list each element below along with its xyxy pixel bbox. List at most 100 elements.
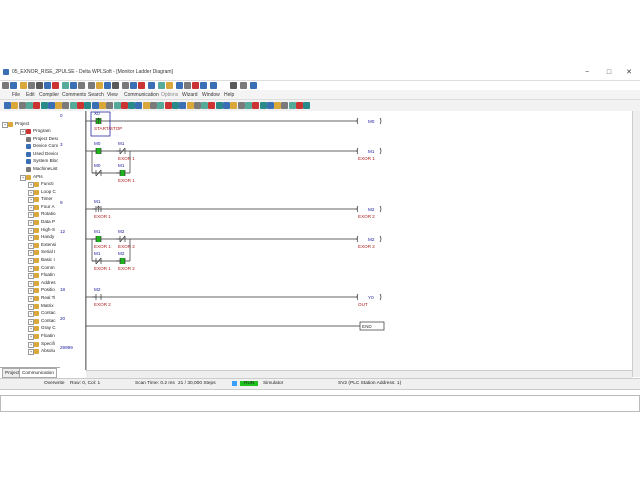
ladder-tool-icon[interactable] bbox=[223, 102, 230, 109]
toolbar-button-icon[interactable] bbox=[184, 82, 191, 89]
horizontal-scrollbar[interactable] bbox=[86, 370, 632, 378]
toolbar-button-icon[interactable] bbox=[240, 82, 247, 89]
ladder-tool-icon[interactable] bbox=[91, 102, 99, 109]
menu-search[interactable]: Search bbox=[88, 92, 104, 98]
ladder-tool-icon[interactable] bbox=[288, 102, 296, 109]
contact-comment-label: EXOR 1 bbox=[118, 178, 135, 183]
coil-device-label: M1 bbox=[368, 149, 375, 154]
message-pane[interactable] bbox=[0, 395, 640, 412]
ladder-tool-icon[interactable] bbox=[113, 102, 121, 109]
ladder-tool-icon[interactable] bbox=[179, 102, 187, 109]
menu-comments[interactable]: Comments bbox=[62, 92, 86, 98]
toolbar-button-icon[interactable] bbox=[78, 82, 85, 89]
contact-rise[interactable] bbox=[95, 117, 102, 124]
ladder-tool-icon[interactable] bbox=[266, 102, 274, 109]
status-position: Row: 0, Col: 1 bbox=[70, 381, 101, 386]
toolbar-button-icon[interactable] bbox=[20, 82, 27, 89]
tree-node-label: Handy bbox=[41, 234, 55, 240]
ladder-tool-icon[interactable] bbox=[193, 102, 201, 109]
ladder-tool-icon[interactable] bbox=[164, 102, 172, 109]
toolbar-button-icon[interactable] bbox=[36, 82, 43, 89]
menu-communication[interactable]: Communication bbox=[124, 92, 159, 98]
ladder-tool-icon[interactable] bbox=[171, 102, 179, 109]
toolbar-button-icon[interactable] bbox=[130, 82, 137, 89]
ladder-tool-icon[interactable] bbox=[40, 102, 48, 109]
ladder-tool-icon[interactable] bbox=[11, 102, 19, 109]
contact-on-indicator bbox=[120, 170, 125, 176]
ladder-tool-icon[interactable] bbox=[157, 102, 165, 109]
toolbar-button-icon[interactable] bbox=[104, 82, 111, 89]
ladder-tool-icon[interactable] bbox=[208, 102, 216, 109]
toolbar-button-icon[interactable] bbox=[148, 82, 155, 89]
ladder-tool-icon[interactable] bbox=[77, 102, 84, 109]
toolbar-button-icon[interactable] bbox=[28, 82, 35, 89]
toolbar-button-icon[interactable] bbox=[166, 82, 173, 89]
toolbar-button-icon[interactable] bbox=[250, 82, 257, 89]
ladder-tool-icon[interactable] bbox=[18, 102, 26, 109]
ladder-tool-icon[interactable] bbox=[259, 102, 267, 109]
toolbar-button-icon[interactable] bbox=[200, 82, 207, 89]
menu-window[interactable]: Window bbox=[202, 92, 220, 98]
ladder-tool-icon[interactable] bbox=[186, 102, 194, 109]
toolbar-button-icon[interactable] bbox=[230, 82, 237, 89]
close-button[interactable]: ✕ bbox=[620, 68, 638, 78]
toolbar-button-icon[interactable] bbox=[62, 82, 69, 89]
toolbar-button-icon[interactable] bbox=[44, 82, 51, 89]
menu-wizard[interactable]: Wizard bbox=[182, 92, 198, 98]
toolbar-button-icon[interactable] bbox=[112, 82, 119, 89]
ladder-tool-icon[interactable] bbox=[128, 102, 136, 109]
contact-no[interactable] bbox=[119, 258, 126, 264]
ladder-tool-icon[interactable] bbox=[274, 102, 282, 109]
ladder-tool-icon[interactable] bbox=[106, 102, 114, 109]
ladder-tool-icon[interactable] bbox=[25, 102, 33, 109]
ladder-tool-icon[interactable] bbox=[47, 102, 55, 109]
toolbar-button-icon[interactable] bbox=[96, 82, 103, 89]
toolbar-button-icon[interactable] bbox=[10, 82, 17, 89]
tab-communication[interactable]: Communication bbox=[19, 368, 57, 378]
ladder-tool-icon[interactable] bbox=[55, 102, 63, 109]
tree-node-label: Project bbox=[15, 121, 30, 126]
minimize-button[interactable]: − bbox=[578, 68, 596, 78]
ladder-tool-icon[interactable] bbox=[98, 102, 106, 109]
vertical-scrollbar[interactable] bbox=[632, 111, 640, 377]
ladder-tool-icon[interactable] bbox=[296, 102, 303, 109]
menu-help[interactable]: Help bbox=[224, 92, 234, 98]
ladder-tool-icon[interactable] bbox=[135, 102, 143, 109]
toolbar-button-icon[interactable] bbox=[70, 82, 77, 89]
ladder-tool-icon[interactable] bbox=[201, 102, 209, 109]
ladder-tool-icon[interactable] bbox=[215, 102, 223, 109]
menu-file[interactable]: File bbox=[12, 92, 20, 98]
ladder-tool-icon[interactable] bbox=[33, 102, 41, 109]
ladder-tool-icon[interactable] bbox=[120, 102, 128, 109]
ladder-tool-icon[interactable] bbox=[244, 102, 252, 109]
toolbar-button-icon[interactable] bbox=[52, 82, 59, 89]
contact-no[interactable] bbox=[95, 148, 102, 154]
toolbar-button-icon[interactable] bbox=[192, 82, 199, 89]
toolbar-button-icon[interactable] bbox=[88, 82, 95, 89]
ladder-tool-icon[interactable] bbox=[303, 102, 311, 109]
menu-view[interactable]: View bbox=[107, 92, 118, 98]
ladder-tool-icon[interactable] bbox=[62, 102, 70, 109]
toolbar-button-icon[interactable] bbox=[158, 82, 165, 89]
toolbar-button-icon[interactable] bbox=[210, 82, 217, 89]
ladder-tool-icon[interactable] bbox=[142, 102, 150, 109]
ladder-tool-icon[interactable] bbox=[150, 102, 157, 109]
toolbar-button-icon[interactable] bbox=[176, 82, 183, 89]
toolbar-button-icon[interactable] bbox=[122, 82, 129, 89]
toolbar-button-icon[interactable] bbox=[138, 82, 145, 89]
ladder-tool-icon[interactable] bbox=[252, 102, 260, 109]
ladder-tool-icon[interactable] bbox=[230, 102, 238, 109]
ladder-tool-icon[interactable] bbox=[69, 102, 77, 109]
menu-options[interactable]: Options bbox=[161, 92, 178, 98]
ladder-tool-icon[interactable] bbox=[4, 102, 11, 109]
maximize-button[interactable]: □ bbox=[600, 68, 618, 78]
ladder-tool-icon[interactable] bbox=[84, 102, 92, 109]
menu-compiler[interactable]: Compiler bbox=[39, 92, 59, 98]
ladder-diagram[interactable]: X0 START/STOP M0 M0 M1 EXOR 1 M0 M1 EXOR 1 M1 EXOR… bbox=[85, 111, 632, 370]
toolbar-button-icon[interactable] bbox=[2, 82, 9, 89]
contact-no[interactable] bbox=[119, 170, 126, 176]
ladder-tool-icon[interactable] bbox=[237, 102, 245, 109]
contact-no[interactable] bbox=[95, 236, 102, 242]
menu-edit[interactable]: Edit bbox=[26, 92, 35, 98]
ladder-tool-icon[interactable] bbox=[281, 102, 289, 109]
